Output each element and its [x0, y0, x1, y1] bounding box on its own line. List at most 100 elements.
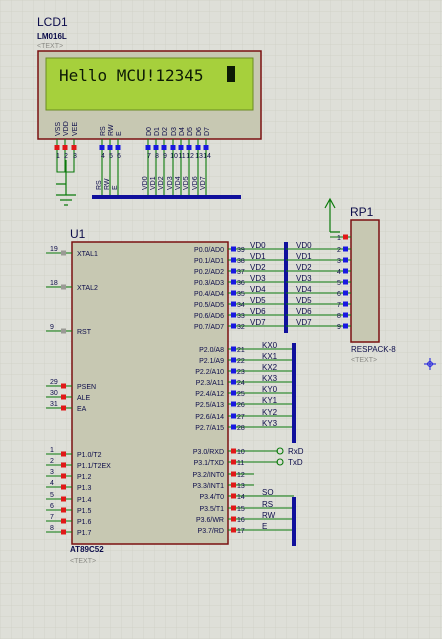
mcu-pin-number: 23	[237, 369, 245, 376]
mcu-pin-name: P3.6/WR	[196, 517, 224, 524]
lcd-net-label: RW	[104, 178, 111, 190]
lcd-pin-label: D6	[196, 127, 203, 136]
schematic-sheet[interactable]: LCD1 LM016L <TEXT> Hello MCU!12345 VSS 1 V…	[0, 0, 442, 639]
lcd-pin-marker	[153, 145, 159, 150]
rp-pin-number: 4	[337, 269, 341, 276]
lcd-pin-marker	[62, 145, 68, 150]
mcu-net-label: KX2	[262, 363, 278, 372]
mcu-pin-marker	[231, 471, 236, 477]
rp-pin-number: 9	[337, 324, 341, 331]
rp-pin-marker	[343, 312, 348, 318]
lcd-net-label: VD4	[175, 176, 182, 190]
lcd-pin-number: 7	[147, 153, 151, 160]
lcd-pin-label: D3	[171, 127, 178, 136]
mcu-pin-marker	[61, 462, 66, 468]
mcu-pin-number: 21	[237, 347, 245, 354]
lcd-pin-number: 5	[109, 153, 113, 160]
mcu-pin-name: P2.2/A10	[195, 369, 224, 376]
rp-pin-number: 6	[337, 291, 341, 298]
mcu-pin-number: 10	[237, 449, 245, 456]
lcd-net-label: VD3	[167, 176, 174, 190]
mcu-net-label: VD4	[250, 285, 266, 294]
mcu-pin-number: 4	[50, 480, 54, 487]
lcd-pin-label: VEE	[72, 122, 79, 136]
lcd-net-label: VD5	[183, 176, 190, 190]
mcu-pin-name: XTAL1	[77, 251, 98, 258]
mcu-pin-number: 17	[237, 528, 245, 535]
mcu-pin-marker	[231, 357, 236, 363]
rp-net-label: VD1	[296, 252, 312, 261]
mcu-net-label: KX1	[262, 352, 278, 361]
lcd-pin-number: 8	[155, 153, 159, 160]
mcu-pin-name: P3.1/TXD	[194, 460, 224, 467]
mcu-pin-number: 33	[237, 313, 245, 320]
rp-pin-marker	[343, 268, 348, 274]
rp-pin-number: 3	[337, 258, 341, 265]
lcd-pin-label: D2	[162, 127, 169, 136]
mcu-pin-number: 19	[50, 246, 58, 253]
mcu-net-label: VD2	[250, 263, 266, 272]
mcu-pin-name: P2.4/A12	[195, 391, 224, 398]
rp-net-label: VD7	[296, 318, 312, 327]
mcu-pin-marker	[61, 284, 66, 290]
mcu-pin-number: 34	[237, 302, 245, 309]
lcd-pin-number: 11	[178, 153, 185, 160]
mcu-net-label: E	[262, 522, 267, 531]
mcu-pin-name: P1.4	[77, 497, 92, 504]
mcu-pin-number: 11	[237, 460, 244, 467]
mcu-pin-number: 1	[50, 447, 54, 454]
mcu-pin-number: 30	[50, 390, 58, 397]
mcu-pin-name: XTAL2	[77, 285, 98, 292]
mcu-pin-marker	[231, 448, 236, 454]
mcu-pin-marker	[61, 473, 66, 479]
lcd-pin-marker	[71, 145, 77, 150]
lcd-pin-label: RS	[100, 126, 107, 136]
lcd-text-placeholder: <TEXT>	[37, 43, 63, 50]
mcu-model-label: AT89C52	[70, 545, 104, 554]
lcd-pin-label: RW	[108, 124, 115, 136]
mcu-pin-name: P2.3/A11	[196, 380, 224, 387]
mcu-pin-name: P1.5	[77, 508, 92, 515]
mcu-pin-name: P0.6/AD6	[194, 313, 224, 320]
mcu-pin-name: P3.2/INT0	[192, 472, 224, 479]
mcu-net-label: VD3	[250, 274, 266, 283]
mcu-pin-number: 29	[50, 379, 58, 386]
mcu-pin-name: P2.7/A15	[195, 425, 224, 432]
rp-pin-marker	[343, 246, 348, 252]
lcd-pin-marker	[115, 145, 121, 150]
mcu-pin-number: 6	[50, 503, 54, 510]
mcu-pin-number: 24	[237, 380, 245, 387]
lcd-pin-number: 14	[203, 153, 211, 160]
lcd-pin-number: 4	[101, 153, 105, 160]
mcu-pin-number: 25	[237, 391, 245, 398]
mcu-pin-number: 9	[50, 324, 54, 331]
mcu-pin-number: 2	[50, 458, 54, 465]
lcd-pin-marker	[145, 145, 151, 150]
mcu-component[interactable]: U1 AT89C52 <TEXT> 19XTAL118XTAL29RST29PS…	[46, 227, 304, 565]
mcu-pin-name: P1.7	[77, 530, 92, 537]
mcu-pin-name: ALE	[77, 395, 91, 402]
mcu-pin-marker	[231, 257, 236, 263]
mcu-pin-number: 5	[50, 492, 54, 499]
lcd-cursor	[227, 66, 235, 82]
rp-net-label: VD3	[296, 274, 312, 283]
lcd-net-label: E	[112, 185, 119, 190]
lcd-pin-marker	[195, 145, 201, 150]
mcu-pin-number: 28	[237, 425, 245, 432]
lcd-pin-number: 1	[56, 153, 60, 160]
rp-body[interactable]	[350, 219, 380, 343]
rp-pin-number: 7	[337, 302, 341, 309]
mcu-pin-name: P0.2/AD2	[194, 269, 224, 276]
rp-pin-number: 8	[337, 313, 341, 320]
mcu-net-label: VD6	[250, 307, 266, 316]
rp-net-label: VD0	[296, 241, 312, 250]
mcu-ref-label: U1	[70, 227, 86, 241]
mcu-net-label: VD5	[250, 296, 266, 305]
mcu-net-label: SO	[262, 488, 274, 497]
lcd-pin-label: D7	[204, 127, 211, 136]
lcd-pin-label: D0	[146, 127, 153, 136]
mcu-pin-name: P1.0/T2	[77, 452, 102, 459]
rp-ref-label: RP1	[350, 205, 374, 219]
rp-pin-marker	[343, 234, 348, 240]
mcu-pin-marker	[61, 507, 66, 513]
